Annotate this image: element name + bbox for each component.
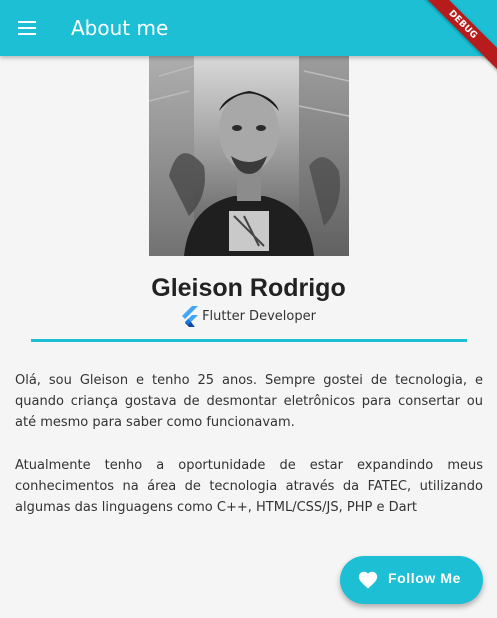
flutter-logo-icon <box>182 306 199 327</box>
profile-photo-image <box>149 56 349 256</box>
follow-me-button[interactable]: Follow Me <box>340 556 483 604</box>
section-divider <box>31 339 467 342</box>
menu-icon <box>18 21 36 35</box>
bio-section: Olá, sou Gleison e tenho 25 anos. Sempre… <box>15 370 483 540</box>
app-bar: About me <box>0 0 497 56</box>
app-title: About me <box>71 16 169 40</box>
bio-paragraph: Atualmente tenho a oportunidade de estar… <box>15 458 483 515</box>
profile-photo <box>149 56 349 256</box>
profile-name: Gleison Rodrigo <box>151 274 346 302</box>
profile-role-label: Flutter Developer <box>202 309 316 324</box>
profile-role: Flutter Developer <box>0 306 497 327</box>
heart-icon <box>358 571 378 589</box>
follow-me-label: Follow Me <box>388 570 462 586</box>
menu-button[interactable] <box>11 12 43 44</box>
bio-paragraph: Olá, sou Gleison e tenho 25 anos. Sempre… <box>15 373 483 430</box>
